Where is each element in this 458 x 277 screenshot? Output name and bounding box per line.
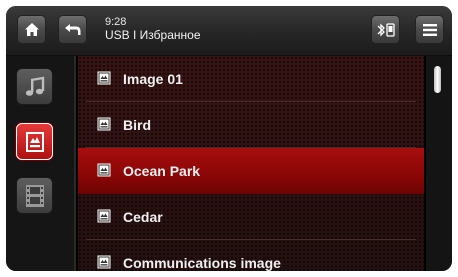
music-tab[interactable] [16,68,53,105]
clock-time: 9:28 [105,16,127,28]
menu-button[interactable] [415,15,444,44]
bluetooth-button[interactable] [371,15,400,44]
image-file-icon [97,209,111,223]
back-arrow-icon [64,24,80,35]
file-list: Image 01 Bird Ocean Park Cedar Communica… [78,56,424,271]
list-item-label: Cedar [123,209,163,225]
head-unit-screen: 9:28 USB I Избранное Image 01 Bird Ocean… [6,6,452,271]
list-item[interactable]: Bird [78,102,424,148]
hamburger-menu-icon [422,23,437,36]
home-icon [24,23,39,36]
back-button[interactable] [58,15,87,44]
pictures-tab[interactable] [16,123,53,160]
top-bar: 9:28 USB I Избранное [6,6,452,56]
film-icon [25,184,44,207]
music-icon [25,76,44,96]
list-item[interactable]: Image 01 [78,56,424,102]
list-item-label: Ocean Park [123,163,201,179]
scrollbar[interactable] [426,56,452,271]
image-file-icon [97,117,111,131]
image-file-icon [97,255,111,269]
image-file-icon [97,163,111,177]
picture-icon [25,131,44,152]
media-type-sidebar [6,56,76,271]
list-item[interactable]: Communications image [78,240,424,271]
bluetooth-phone-icon [377,22,395,37]
video-tab[interactable] [16,177,53,214]
list-item-label: Communications image [123,255,281,271]
source-title: USB I Избранное [105,28,201,42]
image-file-icon [97,71,111,85]
list-item[interactable]: Cedar [78,194,424,240]
scrollbar-thumb[interactable] [434,66,441,93]
list-item-label: Image 01 [123,71,183,87]
list-item-label: Bird [123,117,151,133]
list-item-selected[interactable]: Ocean Park [78,148,424,194]
home-button[interactable] [17,15,46,44]
